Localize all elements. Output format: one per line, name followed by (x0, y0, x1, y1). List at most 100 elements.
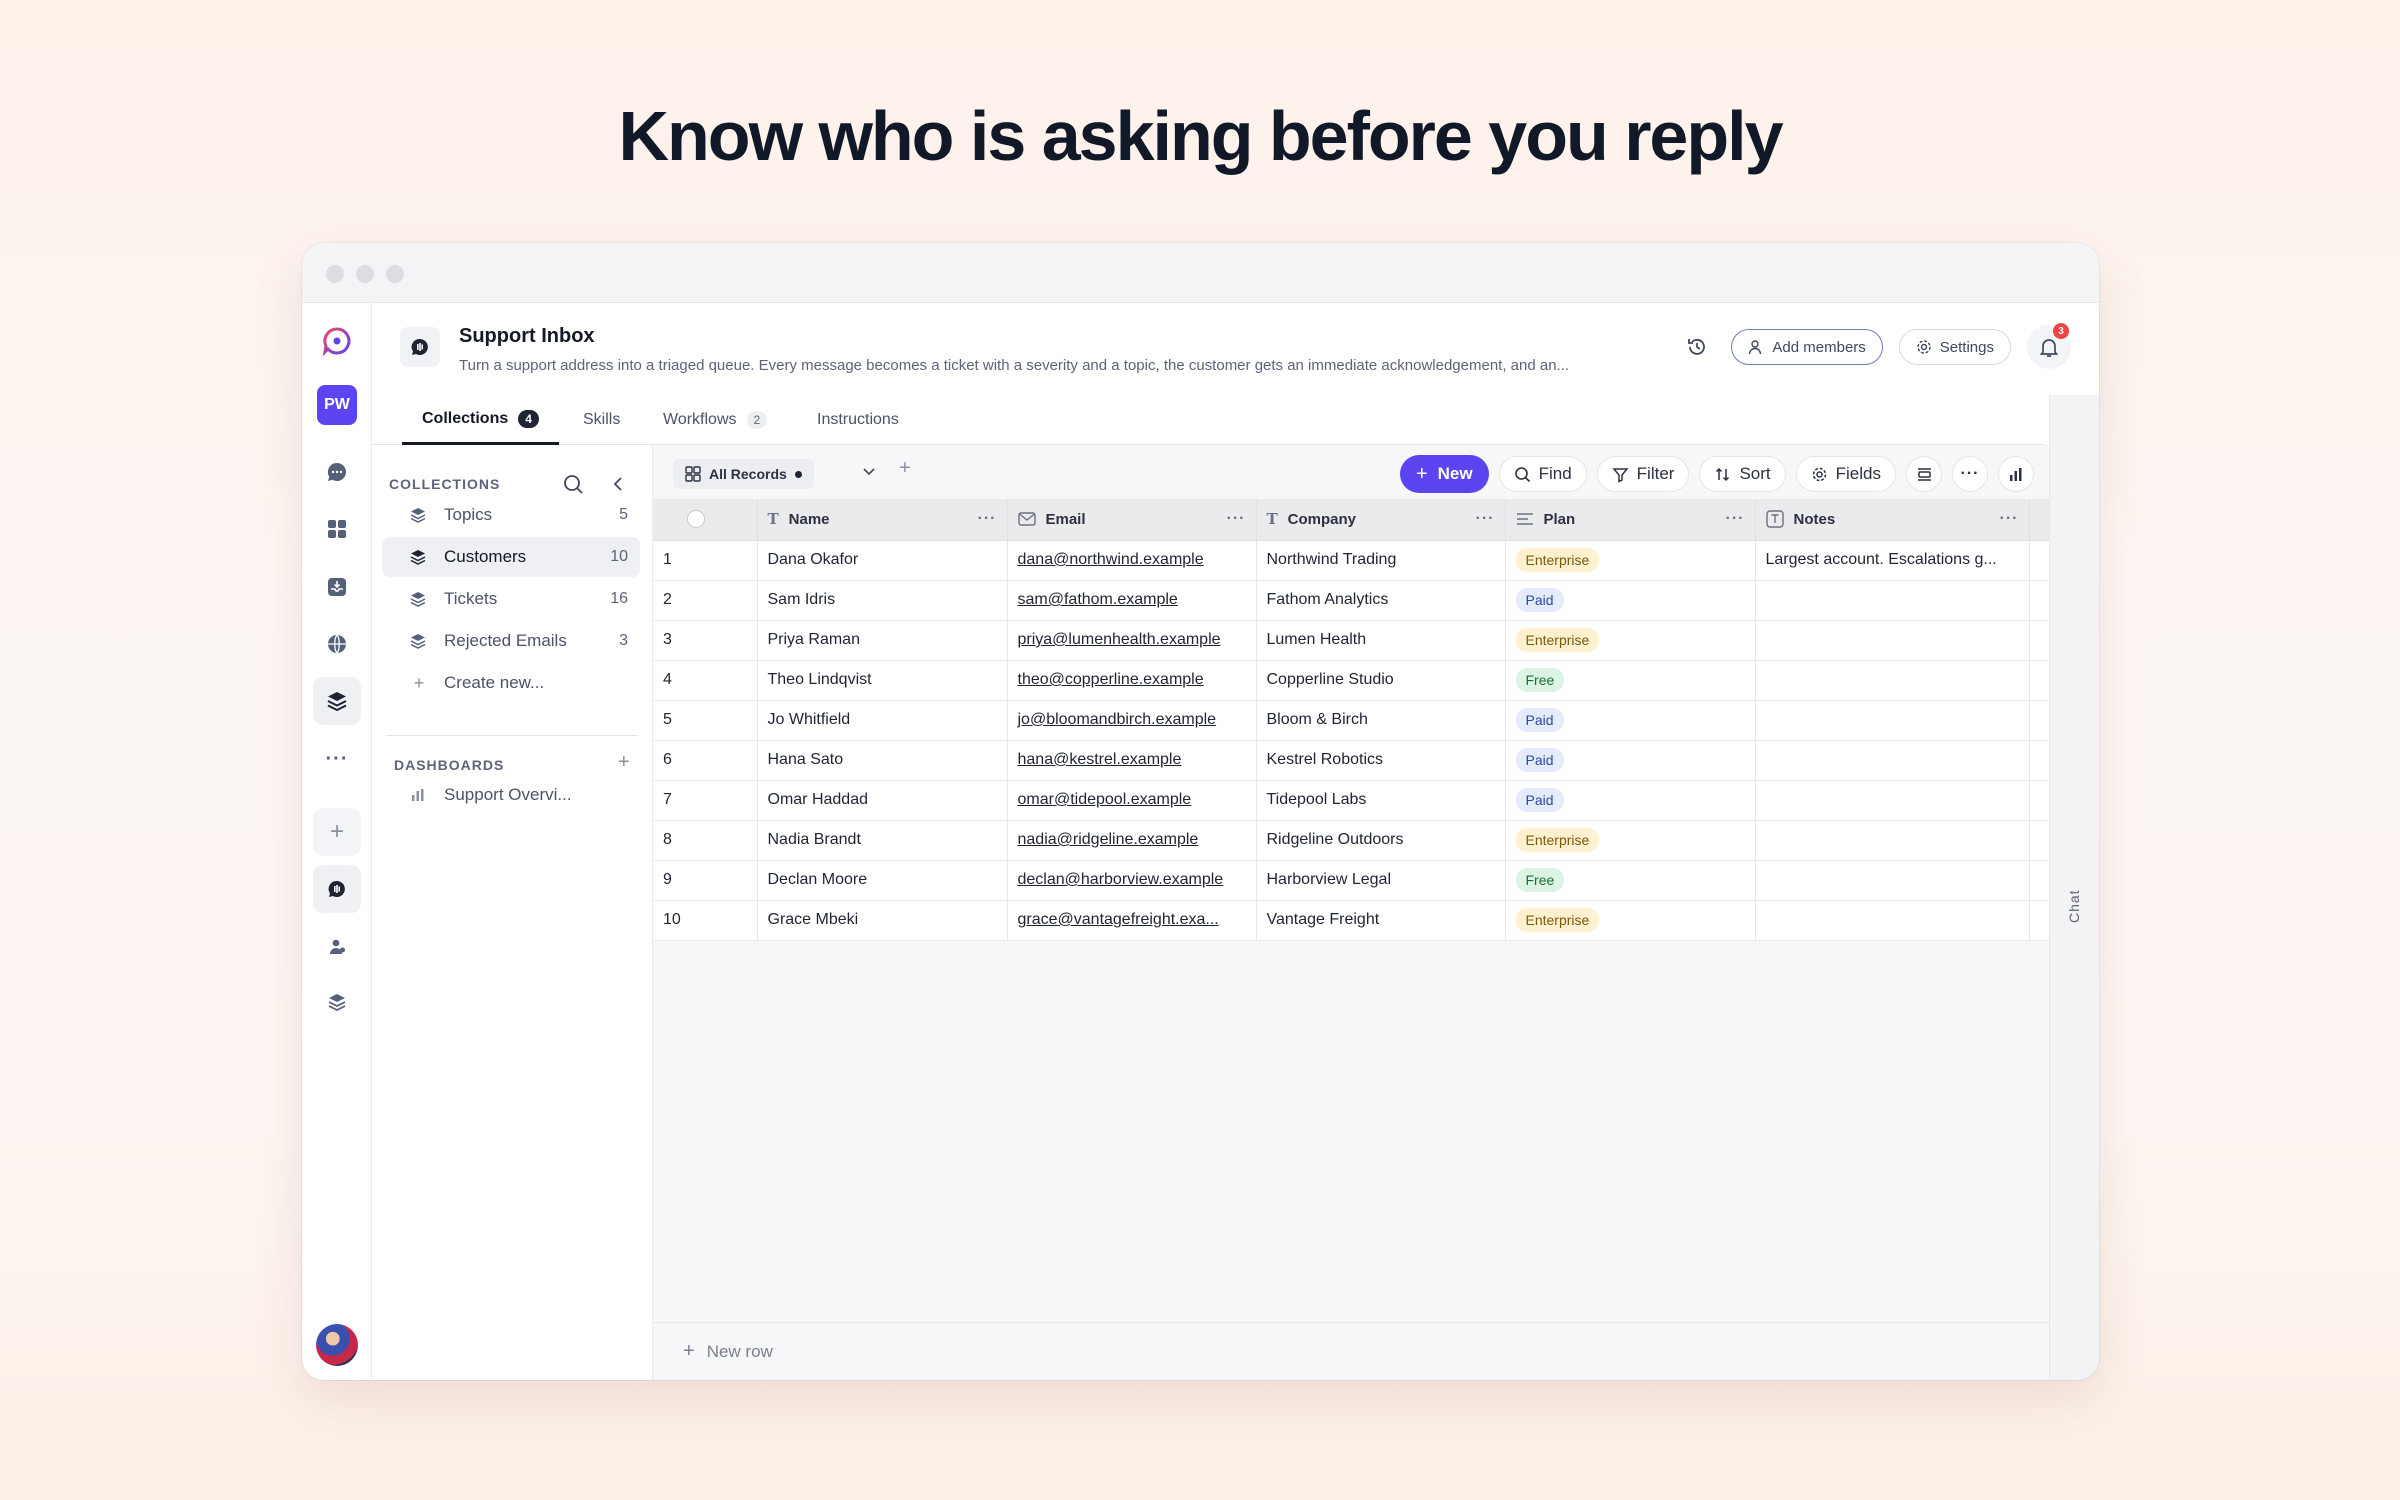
company-cell[interactable]: Tidepool Labs (1256, 780, 1506, 821)
email-cell[interactable]: nadia@ridgeline.example (1007, 820, 1257, 861)
table-row[interactable]: 1 Dana Okafor dana@northwind.example Northw… (653, 540, 2051, 581)
user-agent-icon[interactable] (313, 923, 361, 971)
tab-workflows[interactable]: Workflows 2 (663, 395, 768, 445)
new-record-button[interactable]: + New (1399, 455, 1489, 493)
table-row[interactable]: 6 Hana Sato hana@kestrel.example Kestrel Ro… (653, 740, 2051, 781)
email-cell[interactable]: priya@lumenhealth.example (1007, 620, 1257, 661)
chat-label[interactable]: Chat (2066, 889, 2082, 923)
user-avatar[interactable] (316, 1324, 358, 1366)
column-menu-icon[interactable]: ··· (978, 510, 997, 528)
window-close-dot[interactable] (326, 265, 344, 283)
company-cell[interactable]: Fathom Analytics (1256, 580, 1506, 621)
settings-button[interactable]: Settings (1898, 329, 2011, 365)
column-header-overflow[interactable] (2029, 499, 2051, 541)
company-cell[interactable]: Vantage Freight (1256, 900, 1506, 941)
plan-cell[interactable]: Enterprise (1505, 820, 1756, 861)
table-row[interactable]: 8 Nadia Brandt nadia@ridgeline.example Ridg… (653, 820, 2051, 861)
row-number[interactable]: 3 (653, 620, 758, 661)
column-header-email[interactable]: Email ··· (1007, 499, 1257, 541)
company-cell[interactable]: Kestrel Robotics (1256, 740, 1506, 781)
overflow-cell[interactable] (2029, 660, 2051, 701)
column-header-name[interactable]: T Name ··· (757, 499, 1008, 541)
more-dots-icon[interactable]: ··· (313, 735, 361, 783)
tab-skills[interactable]: Skills (583, 395, 620, 445)
table-row[interactable]: 2 Sam Idris sam@fathom.example Fathom Analy… (653, 580, 2051, 621)
column-header-company[interactable]: T Company ··· (1256, 499, 1506, 541)
window-maximize-dot[interactable] (386, 265, 404, 283)
chat-bubble-icon[interactable] (313, 448, 361, 496)
overflow-cell[interactable] (2029, 580, 2051, 621)
collections-stack-icon[interactable] (313, 677, 361, 725)
tab-instructions[interactable]: Instructions (817, 395, 899, 445)
notes-cell[interactable] (1755, 660, 2030, 701)
sort-button[interactable]: Sort (1699, 456, 1786, 492)
plan-cell[interactable]: Paid (1505, 780, 1756, 821)
fields-button[interactable]: Fields (1795, 456, 1896, 492)
plan-cell[interactable]: Enterprise (1505, 900, 1756, 941)
name-cell[interactable]: Priya Raman (757, 620, 1008, 661)
plan-cell[interactable]: Free (1505, 660, 1756, 701)
name-cell[interactable]: Dana Okafor (757, 540, 1008, 581)
plan-cell[interactable]: Free (1505, 860, 1756, 901)
chart-view-icon[interactable] (1998, 456, 2034, 492)
overflow-cell[interactable] (2029, 740, 2051, 781)
email-cell[interactable]: declan@harborview.example (1007, 860, 1257, 901)
notes-cell[interactable] (1755, 620, 2030, 661)
plan-cell[interactable]: Paid (1505, 700, 1756, 741)
collection-item-topics[interactable]: Topics 5 (382, 495, 640, 535)
row-number[interactable]: 8 (653, 820, 758, 861)
column-header-notes[interactable]: Notes ··· (1755, 499, 2030, 541)
tab-collections[interactable]: Collections 4 (402, 395, 559, 445)
view-dropdown-chevron-icon[interactable] (861, 463, 877, 484)
notes-cell[interactable] (1755, 820, 2030, 861)
email-cell[interactable]: sam@fathom.example (1007, 580, 1257, 621)
column-menu-icon[interactable]: ··· (1726, 510, 1745, 528)
workspace-avatar[interactable]: PW (317, 385, 357, 425)
notes-cell[interactable] (1755, 780, 2030, 821)
plan-cell[interactable]: Enterprise (1505, 620, 1756, 661)
apps-grid-icon[interactable] (313, 505, 361, 553)
add-view-icon[interactable]: + (899, 457, 911, 480)
company-cell[interactable]: Northwind Trading (1256, 540, 1506, 581)
filter-button[interactable]: Filter (1596, 456, 1690, 492)
notes-cell[interactable] (1755, 900, 2030, 941)
table-row[interactable]: 9 Declan Moore declan@harborview.example Ha… (653, 860, 2051, 901)
table-row[interactable]: 3 Priya Raman priya@lumenhealth.example Lum… (653, 620, 2051, 661)
view-selector[interactable]: All Records (673, 459, 814, 489)
plan-cell[interactable]: Paid (1505, 580, 1756, 621)
overflow-cell[interactable] (2029, 700, 2051, 741)
overflow-cell[interactable] (2029, 620, 2051, 661)
select-all-header[interactable] (653, 499, 758, 541)
inbox-tray-icon[interactable] (313, 563, 361, 611)
name-cell[interactable]: Grace Mbeki (757, 900, 1008, 941)
dashboard-item-support-overview[interactable]: Support Overvi... (382, 775, 640, 815)
email-cell[interactable]: grace@vantagefreight.exa... (1007, 900, 1257, 941)
plan-cell[interactable]: Enterprise (1505, 540, 1756, 581)
globe-icon[interactable] (313, 620, 361, 668)
name-cell[interactable]: Declan Moore (757, 860, 1008, 901)
notes-cell[interactable] (1755, 860, 2030, 901)
collection-item-tickets[interactable]: Tickets 16 (382, 579, 640, 619)
create-new-collection[interactable]: + Create new... (382, 663, 640, 703)
column-menu-icon[interactable]: ··· (1476, 510, 1495, 528)
email-cell[interactable]: omar@tidepool.example (1007, 780, 1257, 821)
notes-cell[interactable] (1755, 580, 2030, 621)
name-cell[interactable]: Hana Sato (757, 740, 1008, 781)
notes-cell[interactable] (1755, 740, 2030, 781)
column-menu-icon[interactable]: ··· (2000, 510, 2019, 528)
name-cell[interactable]: Sam Idris (757, 580, 1008, 621)
overflow-cell[interactable] (2029, 820, 2051, 861)
collection-item-rejected-emails[interactable]: Rejected Emails 3 (382, 621, 640, 661)
overflow-cell[interactable] (2029, 860, 2051, 901)
column-header-plan[interactable]: Plan ··· (1505, 499, 1756, 541)
company-cell[interactable]: Copperline Studio (1256, 660, 1506, 701)
add-app-button[interactable]: + (313, 808, 361, 856)
name-cell[interactable]: Theo Lindqvist (757, 660, 1008, 701)
app-logo-icon[interactable] (313, 317, 361, 365)
row-number[interactable]: 6 (653, 740, 758, 781)
name-cell[interactable]: Nadia Brandt (757, 820, 1008, 861)
company-cell[interactable]: Harborview Legal (1256, 860, 1506, 901)
row-number[interactable]: 1 (653, 540, 758, 581)
row-number[interactable]: 4 (653, 660, 758, 701)
email-cell[interactable]: jo@bloomandbirch.example (1007, 700, 1257, 741)
